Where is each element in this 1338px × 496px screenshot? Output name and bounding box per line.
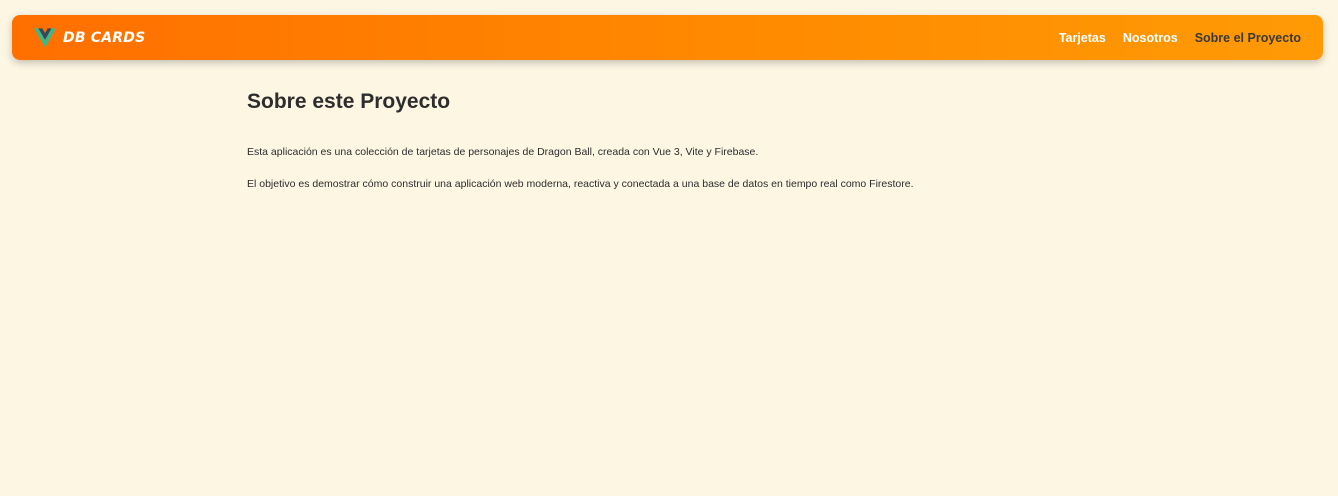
- page-title: Sobre este Proyecto: [247, 90, 451, 113]
- vue-logo-icon: [34, 27, 56, 48]
- brand-link[interactable]: DB CARDS: [34, 27, 146, 48]
- nav-links: Tarjetas Nosotros Sobre el Proyecto: [1059, 31, 1301, 45]
- brand-name: DB CARDS: [63, 29, 146, 46]
- nav-link-nosotros[interactable]: Nosotros: [1123, 31, 1178, 45]
- intro-paragraph: Esta aplicación es una colección de tarj…: [247, 146, 759, 158]
- objective-paragraph: El objetivo es demostrar cómo construir …: [247, 178, 914, 190]
- top-navbar: DB CARDS Tarjetas Nosotros Sobre el Proy…: [12, 15, 1323, 60]
- nav-link-sobre-el-proyecto[interactable]: Sobre el Proyecto: [1195, 31, 1301, 45]
- nav-link-tarjetas[interactable]: Tarjetas: [1059, 31, 1106, 45]
- main-content: Sobre este Proyecto Esta aplicación es u…: [247, 88, 1097, 208]
